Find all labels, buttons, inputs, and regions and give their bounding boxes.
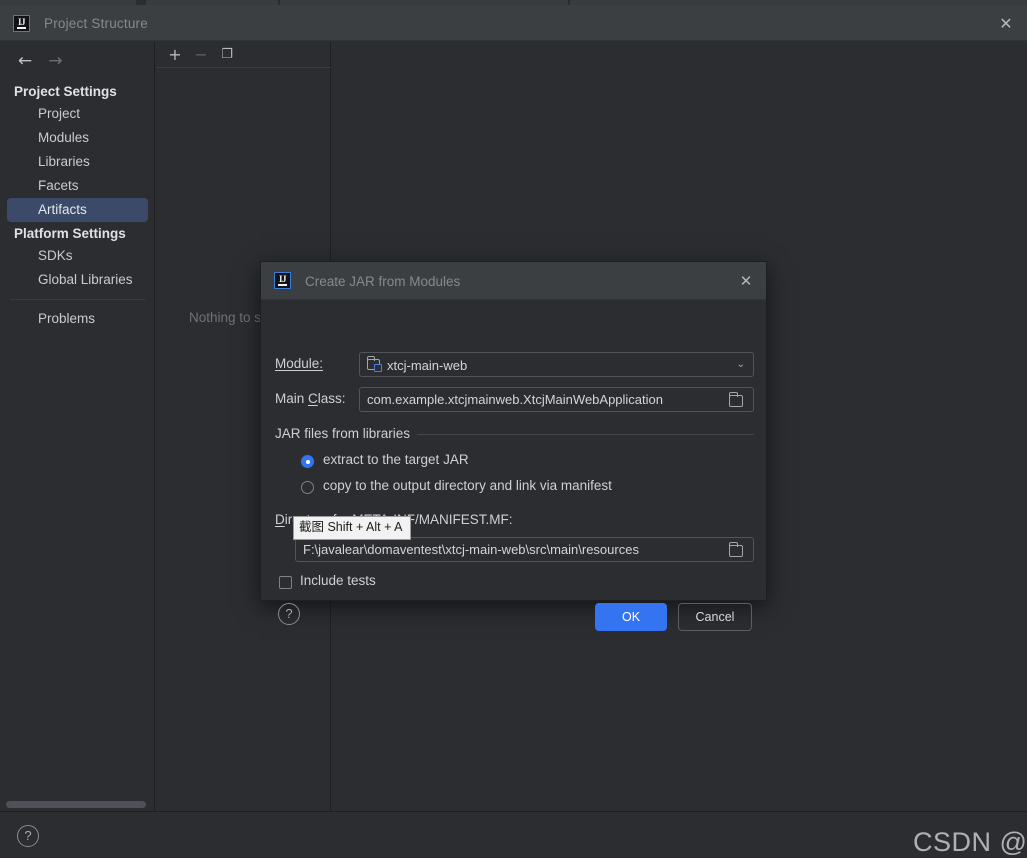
help-icon[interactable]: ? [17,825,39,847]
sidebar-item-global-libraries[interactable]: Global Libraries [7,268,148,292]
dialog-close-icon[interactable]: ✕ [736,272,756,291]
include-tests-label: Include tests [300,573,376,588]
create-jar-dialog: IJ Create JAR from Modules ✕ Module: xtc… [260,261,767,601]
folder-icon[interactable] [729,395,743,407]
sidebar-scrollbar-thumb[interactable] [6,801,146,808]
main-class-label: Main Class: [275,391,346,406]
sidebar-item-libraries[interactable]: Libraries [7,150,148,174]
forward-arrow-icon[interactable]: → [42,49,68,73]
remove-artifact-button[interactable]: − [190,44,212,66]
module-select[interactable]: xtcj-main-web ⌄ [359,352,754,377]
page-title: Project Structure [44,16,148,31]
chevron-down-icon: ⌄ [737,353,745,377]
sidebar-item-project[interactable]: Project [7,102,148,126]
dialog-bottom-bar: ? OK Cancel Apply [0,811,1027,858]
sidebar-item-modules[interactable]: Modules [7,126,148,150]
artifacts-toolbar: + − ❐ [156,42,331,68]
nav-history-controls: ← → [12,49,68,73]
main-class-value: com.example.xtcjmainweb.XtcjMainWebAppli… [367,388,663,411]
dialog-title: Create JAR from Modules [305,274,460,289]
folder-icon[interactable] [729,545,743,557]
window-titlebar: IJ Project Structure ✕ [0,5,1027,41]
dialog-cancel-button[interactable]: Cancel [678,603,752,631]
main-class-input[interactable]: com.example.xtcjmainweb.XtcjMainWebAppli… [359,387,754,412]
dialog-ok-button[interactable]: OK [595,603,667,631]
back-arrow-icon[interactable]: ← [12,49,38,73]
screenshot-shortcut-tooltip: 截图 Shift + Alt + A [293,516,411,540]
settings-nav-list: Project Settings Project Modules Librari… [0,80,155,331]
intellij-logo-icon: IJ [274,272,291,289]
settings-sidebar: ← → Project Settings Project Modules Lib… [0,42,155,811]
radio-label: copy to the output directory and link vi… [323,478,612,493]
manifest-directory-value: F:\javalear\domaventest\xtcj-main-web\sr… [303,538,639,561]
sidebar-horizontal-scrollbar[interactable] [0,800,155,810]
checkbox-indicator [279,576,292,589]
module-select-value: xtcj-main-web [387,353,467,377]
nav-group-platform-settings: Platform Settings [0,222,155,244]
dialog-help-icon[interactable]: ? [278,603,300,625]
radio-label: extract to the target JAR [323,452,469,467]
copy-artifact-button[interactable]: ❐ [216,44,238,66]
intellij-logo-icon: IJ [13,15,30,32]
sidebar-item-sdks[interactable]: SDKs [7,244,148,268]
dialog-titlebar: IJ Create JAR from Modules ✕ [261,262,766,300]
module-folder-icon [367,359,380,370]
close-icon[interactable]: ✕ [995,14,1017,34]
radio-indicator [301,481,314,494]
sidebar-item-facets[interactable]: Facets [7,174,148,198]
jar-files-group-label: JAR files from libraries [275,426,417,441]
add-artifact-button[interactable]: + [164,44,186,66]
project-structure-window: IJ Project Structure ✕ ← → Project Setti… [0,0,1027,858]
sidebar-divider [10,299,145,300]
radio-indicator [301,455,314,468]
module-label: Module: [275,356,323,371]
nav-group-project-settings: Project Settings [0,80,155,102]
sidebar-item-problems[interactable]: Problems [7,307,148,331]
sidebar-item-artifacts[interactable]: Artifacts [7,198,148,222]
manifest-directory-input[interactable]: F:\javalear\domaventest\xtcj-main-web\sr… [295,537,754,562]
